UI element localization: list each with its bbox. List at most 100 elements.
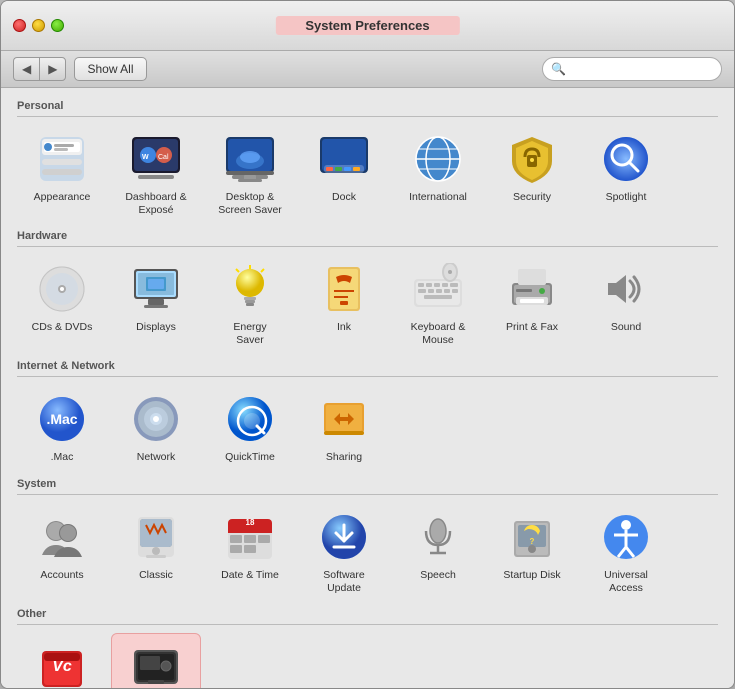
back-button[interactable]: ◀ [13, 57, 39, 81]
pref-item-security[interactable]: Security [487, 125, 577, 222]
pref-item-desktop[interactable]: Desktop &Screen Saver [205, 125, 295, 222]
startup-disk-label: Startup Disk [503, 569, 560, 582]
network-icon [128, 391, 184, 447]
classic-icon [128, 509, 184, 565]
pref-item-startup-disk[interactable]: ? Startup Disk [487, 503, 577, 600]
quicktime-label: QuickTime [225, 451, 275, 464]
pref-item-dashboard[interactable]: W Cal Dashboard &Exposé [111, 125, 201, 222]
pref-item-spotlight[interactable]: Spotlight [581, 125, 671, 222]
search-icon: 🔍 [551, 62, 566, 76]
spotlight-icon [598, 131, 654, 187]
accounts-icon [34, 509, 90, 565]
zoom-button[interactable] [51, 19, 64, 32]
ink-label: Ink [337, 321, 351, 334]
forward-button[interactable]: ▶ [39, 57, 66, 81]
nav-buttons: ◀ ▶ [13, 57, 66, 81]
other-items-grid: Vc AdobeVersion Cue™ [17, 633, 718, 688]
security-label: Security [513, 191, 551, 204]
pref-item-print-fax[interactable]: Print & Fax [487, 255, 577, 352]
pref-item-sound[interactable]: Sound [581, 255, 671, 352]
wacom-icon [128, 640, 184, 688]
section-personal: Personal [17, 100, 718, 222]
section-title-internet: Internet & Network [17, 360, 718, 377]
content-area: Personal [1, 88, 734, 688]
section-other: Other Vc AdobeVersion Cue™ [17, 608, 718, 688]
appearance-icon [34, 131, 90, 187]
dashboard-label: Dashboard &Exposé [125, 191, 186, 216]
pref-item-date-time[interactable]: 18 Date & Time [205, 503, 295, 600]
hardware-items-grid: CDs & DVDs Display [17, 255, 718, 352]
pref-item-sharing[interactable]: Sharing [299, 385, 389, 470]
international-icon [410, 131, 466, 187]
speech-label: Speech [420, 569, 456, 582]
title-bar: System Preferences [1, 1, 734, 51]
dock-label: Dock [332, 191, 356, 204]
pref-item-international[interactable]: International [393, 125, 483, 222]
personal-items-grid: Appearance W Cal Das [17, 125, 718, 222]
keyboard-label: Keyboard &Mouse [411, 321, 466, 346]
pref-item-software-update[interactable]: SoftwareUpdate [299, 503, 389, 600]
displays-icon [128, 261, 184, 317]
internet-items-grid: .Mac .Mac Netw [17, 385, 718, 470]
window-title: System Preferences [275, 16, 459, 35]
keyboard-icon [410, 261, 466, 317]
svg-text:?: ? [530, 537, 535, 546]
energy-label: EnergySaver [233, 321, 266, 346]
international-label: International [409, 191, 467, 204]
quicktime-icon [222, 391, 278, 447]
classic-label: Classic [139, 569, 173, 582]
desktop-icon [222, 131, 278, 187]
pref-item-appearance[interactable]: Appearance [17, 125, 107, 222]
pref-item-dock[interactable]: Dock [299, 125, 389, 222]
cd-icon [34, 261, 90, 317]
show-all-button[interactable]: Show All [74, 57, 146, 81]
security-icon [504, 131, 560, 187]
pref-item-cds-dvds[interactable]: CDs & DVDs [17, 255, 107, 352]
universal-access-icon [598, 509, 654, 565]
dashboard-icon: W Cal [128, 131, 184, 187]
desktop-label: Desktop &Screen Saver [218, 191, 282, 216]
pref-item-accounts[interactable]: Accounts [17, 503, 107, 600]
sound-label: Sound [611, 321, 641, 334]
svg-text:Cal: Cal [158, 154, 169, 161]
pref-item-universal-access[interactable]: UniversalAccess [581, 503, 671, 600]
appearance-label: Appearance [34, 191, 91, 204]
pref-item-mac[interactable]: .Mac .Mac [17, 385, 107, 470]
sound-icon [598, 261, 654, 317]
displays-label: Displays [136, 321, 176, 334]
print-fax-label: Print & Fax [506, 321, 558, 334]
mac-icon: .Mac [34, 391, 90, 447]
section-title-hardware: Hardware [17, 230, 718, 247]
pref-item-quicktime[interactable]: QuickTime [205, 385, 295, 470]
minimize-button[interactable] [32, 19, 45, 32]
ink-icon [316, 261, 372, 317]
sharing-label: Sharing [326, 451, 362, 464]
section-hardware: Hardware CDs & DVDs [17, 230, 718, 352]
search-box[interactable]: 🔍 [542, 57, 722, 81]
cds-dvds-label: CDs & DVDs [32, 321, 93, 334]
pref-item-network[interactable]: Network [111, 385, 201, 470]
search-input[interactable] [569, 62, 713, 76]
printer-icon [504, 261, 560, 317]
section-system: System Accounts [17, 478, 718, 600]
software-update-label: SoftwareUpdate [323, 569, 364, 594]
energy-icon [222, 261, 278, 317]
close-button[interactable] [13, 19, 26, 32]
pref-item-ink[interactable]: Ink [299, 255, 389, 352]
datetime-icon: 18 [222, 509, 278, 565]
svg-text:.Mac: .Mac [46, 411, 77, 427]
pref-item-keyboard[interactable]: Keyboard &Mouse [393, 255, 483, 352]
pref-item-wacom[interactable]: Wacom Tablet [111, 633, 201, 688]
dock-icon [316, 131, 372, 187]
accounts-label: Accounts [40, 569, 83, 582]
system-preferences-window: System Preferences ◀ ▶ Show All 🔍 Person… [0, 0, 735, 689]
sharing-icon [316, 391, 372, 447]
svg-text:W: W [142, 154, 149, 161]
pref-item-speech[interactable]: Speech [393, 503, 483, 600]
pref-item-adobe[interactable]: Vc AdobeVersion Cue™ [17, 633, 107, 688]
section-internet-network: Internet & Network [17, 360, 718, 470]
pref-item-classic[interactable]: Classic [111, 503, 201, 600]
pref-item-energy[interactable]: EnergySaver [205, 255, 295, 352]
pref-item-displays[interactable]: Displays [111, 255, 201, 352]
system-items-grid: Accounts Classic [17, 503, 718, 600]
